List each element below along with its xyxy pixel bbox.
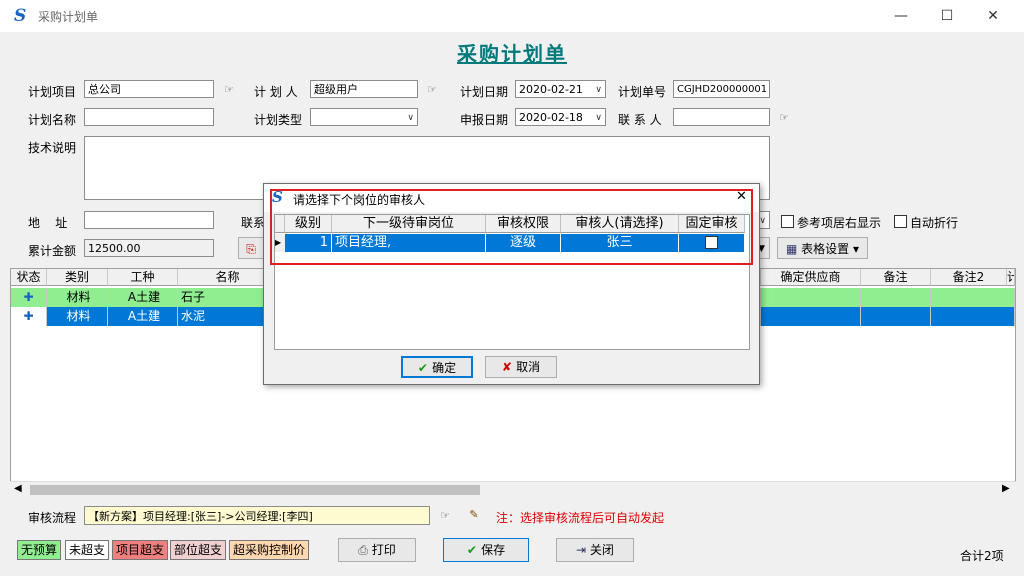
report-date-picker[interactable]: 2020-02-18 ∨ bbox=[515, 108, 606, 126]
row-category: 材料 bbox=[47, 288, 108, 307]
grid-header-extra[interactable]: 计 bbox=[1007, 269, 1015, 286]
address-label: 地 址 bbox=[28, 216, 68, 230]
plan-no-input[interactable]: CGJHD200000001 bbox=[673, 80, 770, 98]
row-supplier bbox=[761, 307, 861, 326]
scroll-right-icon[interactable]: ▶ bbox=[1002, 483, 1010, 494]
contact-input[interactable] bbox=[673, 108, 770, 126]
plan-name-input[interactable] bbox=[84, 108, 214, 126]
grid-icon: ▦ bbox=[785, 242, 802, 256]
import-button[interactable]: ⎘ bbox=[238, 237, 264, 259]
address-input[interactable] bbox=[84, 211, 214, 229]
ref-right-checkbox[interactable] bbox=[781, 215, 794, 228]
total-label: 累计金额 bbox=[28, 244, 77, 258]
close-label: 关闭 bbox=[589, 543, 614, 557]
tech-label: 技术说明 bbox=[28, 141, 77, 155]
app-logo-icon: S bbox=[14, 6, 27, 26]
tag-not-over: 未超支 bbox=[65, 540, 110, 560]
save-button[interactable]: ✔ 保存 bbox=[443, 538, 529, 562]
auto-wrap-label: 自动折行 bbox=[910, 216, 959, 230]
print-button[interactable]: ⎙ 打印 bbox=[338, 538, 416, 562]
pick-hand-icon[interactable]: ☞ bbox=[776, 111, 792, 125]
print-label: 打印 bbox=[371, 543, 396, 557]
tag-part-over: 部位超支 bbox=[170, 540, 227, 560]
edit-pen-icon[interactable]: ✎ bbox=[466, 508, 482, 522]
pick-hand-icon[interactable]: ☞ bbox=[221, 83, 237, 97]
check-icon: ✔ bbox=[417, 361, 433, 375]
grid-header-status[interactable]: 状态 bbox=[11, 269, 47, 286]
ref-right-label: 参考项居右显示 bbox=[797, 216, 882, 230]
row-trade: A土建 bbox=[108, 288, 178, 307]
chevron-down-icon: ▾ bbox=[849, 242, 859, 256]
import-icon: ⎘ bbox=[246, 242, 256, 256]
plan-type-select[interactable]: ∨ bbox=[310, 108, 418, 126]
plus-icon[interactable]: ✚ bbox=[11, 307, 47, 326]
flow-note: 注：选择审核流程后可自动发起 bbox=[496, 511, 665, 525]
cross-icon: ✘ bbox=[501, 360, 517, 374]
planner-label: 计 划 人 bbox=[254, 85, 298, 99]
plus-icon[interactable]: ✚ bbox=[11, 288, 47, 307]
row-supplier bbox=[761, 288, 861, 307]
minimize-button[interactable]: — bbox=[878, 0, 924, 32]
grid-header-supplier[interactable]: 确定供应商 bbox=[761, 269, 861, 286]
scroll-left-icon[interactable]: ◀ bbox=[14, 483, 22, 494]
row-trade: A土建 bbox=[108, 307, 178, 326]
save-label: 保存 bbox=[481, 543, 506, 557]
chevron-down-icon: ∨ bbox=[595, 113, 602, 123]
page-title: 采购计划单 bbox=[457, 42, 567, 66]
plan-type-label: 计划类型 bbox=[254, 113, 303, 127]
cancel-button[interactable]: ✘ 取消 bbox=[485, 356, 557, 378]
ok-label: 确定 bbox=[432, 361, 457, 375]
window-title: 采购计划单 bbox=[38, 10, 99, 24]
grid-header-remark[interactable]: 备注 bbox=[861, 269, 931, 286]
plan-date-value: 2020-02-21 bbox=[519, 83, 583, 96]
plan-date-label: 计划日期 bbox=[460, 85, 509, 99]
close-button[interactable]: ⇥ 关闭 bbox=[556, 538, 634, 562]
chevron-down-icon: ∨ bbox=[407, 113, 414, 123]
tag-no-budget: 无预算 bbox=[17, 540, 62, 560]
flow-input[interactable]: 【新方案】项目经理:[张三]->公司经理:[李四] bbox=[84, 506, 430, 525]
pick-hand-icon[interactable]: ☞ bbox=[424, 83, 440, 97]
table-settings-button[interactable]: ▦ 表格设置 ▾ bbox=[777, 237, 868, 259]
row-remark bbox=[861, 288, 931, 307]
ok-button[interactable]: ✔ 确定 bbox=[401, 356, 473, 378]
table-settings-label: 表格设置 bbox=[801, 242, 850, 256]
plan-no-label: 计划单号 bbox=[618, 85, 667, 99]
total-input: 12500.00 bbox=[84, 239, 214, 257]
auto-wrap-checkbox[interactable] bbox=[894, 215, 907, 228]
chevron-down-icon: ∨ bbox=[595, 85, 602, 95]
close-window-button[interactable]: ✕ bbox=[970, 0, 1016, 32]
contact-label: 联 系 人 bbox=[618, 113, 662, 127]
printer-icon: ⎙ bbox=[358, 543, 372, 557]
grid-header-trade[interactable]: 工种 bbox=[108, 269, 178, 286]
plan-date-picker[interactable]: 2020-02-21 ∨ bbox=[515, 80, 606, 98]
scrollbar-thumb[interactable] bbox=[30, 485, 480, 495]
highlight-box bbox=[270, 189, 753, 265]
flow-label: 审核流程 bbox=[28, 511, 77, 525]
tag-project-over: 项目超支 bbox=[112, 540, 169, 560]
chevron-down-icon: ∨ bbox=[759, 216, 766, 226]
report-date-value: 2020-02-18 bbox=[519, 111, 583, 124]
maximize-button[interactable]: ☐ bbox=[924, 0, 970, 32]
contact2-label: 联系 bbox=[241, 216, 266, 230]
planner-input[interactable]: 超级用户 bbox=[310, 80, 418, 98]
row-remark2 bbox=[931, 288, 1015, 307]
grid-header-remark2[interactable]: 备注2 bbox=[931, 269, 1007, 286]
row-remark bbox=[861, 307, 931, 326]
horizontal-scrollbar[interactable]: ◀ ▶ bbox=[10, 481, 1016, 499]
report-date-label: 申报日期 bbox=[460, 113, 509, 127]
grid-header-category[interactable]: 类别 bbox=[47, 269, 108, 286]
plan-project-input[interactable]: 总公司 bbox=[84, 80, 214, 98]
plan-name-label: 计划名称 bbox=[28, 113, 77, 127]
row-category: 材料 bbox=[47, 307, 108, 326]
cancel-label: 取消 bbox=[516, 360, 541, 374]
row-remark2 bbox=[931, 307, 1015, 326]
total-count: 合计2项 bbox=[960, 549, 1004, 563]
plan-project-label: 计划项目 bbox=[28, 85, 77, 99]
check-icon: ✔ bbox=[466, 543, 482, 557]
title-bar: S 采购计划单 — ☐ ✕ bbox=[0, 0, 1024, 32]
tag-over-control: 超采购控制价 bbox=[229, 540, 310, 560]
exit-icon: ⇥ bbox=[576, 543, 590, 557]
pick-hand-icon[interactable]: ☞ bbox=[437, 509, 453, 523]
